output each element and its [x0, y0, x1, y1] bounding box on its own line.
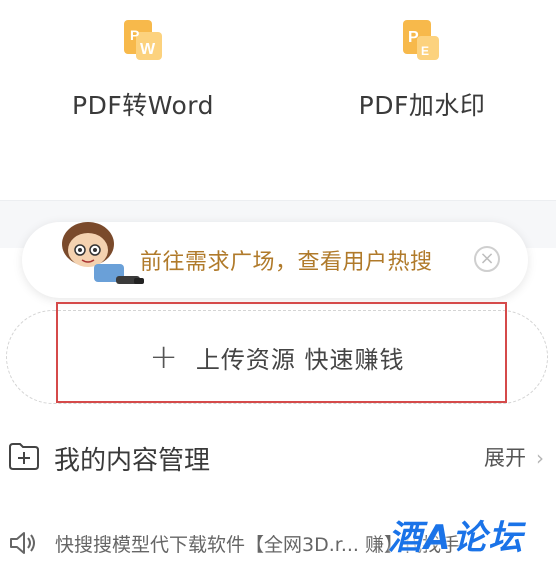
expand-label: 展开	[484, 446, 526, 470]
my-content-row[interactable]: 我的内容管理 展开 ›	[0, 425, 556, 489]
upload-label: 上传资源 快速赚钱	[195, 345, 405, 374]
svg-text:P: P	[408, 29, 419, 46]
svg-text:E: E	[421, 44, 429, 58]
svg-text:W: W	[140, 41, 156, 58]
pdf-to-word-tool[interactable]: P W PDF转Word	[43, 18, 243, 122]
plus-icon: +	[149, 337, 178, 377]
tools-section: P W PDF转Word P E PDF加水印	[0, 0, 556, 200]
chevron-right-icon: ›	[536, 446, 544, 470]
close-circle-icon[interactable]: ×	[474, 246, 500, 272]
demand-square-banner[interactable]: 前往需求广场，查看用户热搜 ×	[22, 222, 528, 298]
folder-add-icon	[9, 443, 39, 470]
pdf-watermark-icon: P E	[403, 20, 439, 60]
pdf-watermark-tool[interactable]: P E PDF加水印	[322, 18, 522, 122]
upload-inner: + 上传资源 快速赚钱	[7, 311, 547, 403]
mascot-illustration	[62, 222, 144, 284]
my-content-title: 我的内容管理	[54, 446, 211, 476]
pdf-watermark-label: PDF加水印	[358, 91, 486, 120]
watermark-logo: 酒A论坛	[388, 510, 554, 570]
banner-text: 前往需求广场，查看用户热搜	[140, 250, 433, 275]
speaker-icon	[10, 532, 35, 554]
pdf-to-word-label: PDF转Word	[72, 91, 214, 120]
pdf-to-word-icon: P W	[124, 20, 162, 60]
expand-button[interactable]: 展开 ›	[484, 442, 544, 472]
watermark-text: 酒A论坛	[388, 518, 525, 558]
upload-resource-button[interactable]: + 上传资源 快速赚钱	[6, 310, 548, 404]
svg-text:P: P	[130, 27, 139, 43]
